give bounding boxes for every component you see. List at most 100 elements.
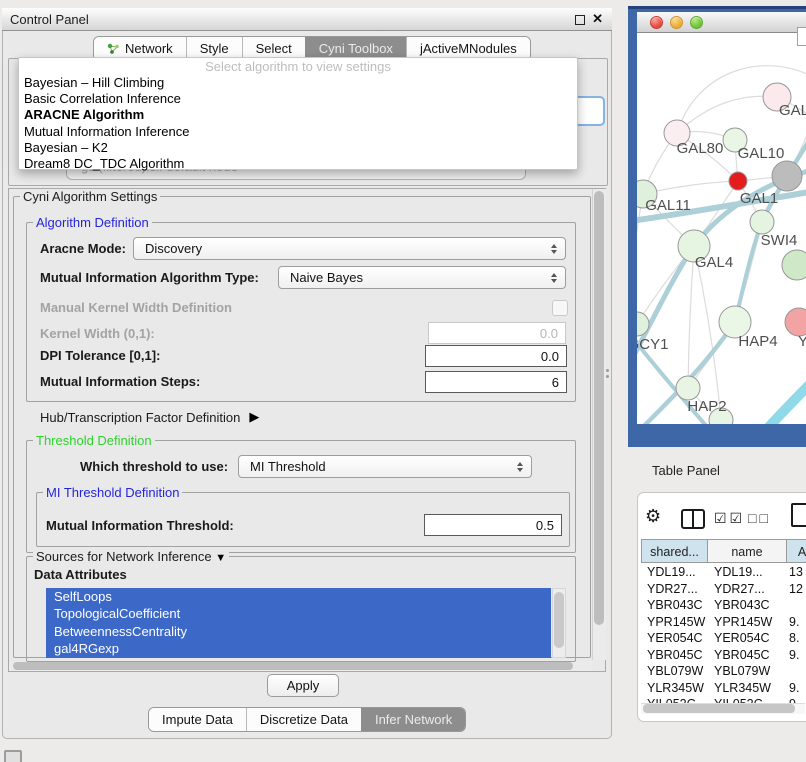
- deselect-all-checkboxes-icon[interactable]: □□: [748, 510, 771, 526]
- table-horizontal-scrollbar-thumb[interactable]: [643, 704, 795, 713]
- table-cell: 9.: [785, 614, 806, 631]
- float-window-icon[interactable]: [575, 15, 585, 25]
- table-cell: YBR043C: [707, 597, 785, 614]
- mi-threshold-field[interactable]: 0.5: [424, 514, 562, 536]
- algorithm-option[interactable]: ARACNE Algorithm: [19, 107, 577, 123]
- node-label: GCY1: [637, 336, 668, 353]
- attributes-scrollbar-thumb[interactable]: [554, 592, 564, 648]
- network-node[interactable]: [785, 308, 806, 336]
- table-cell: 9.: [785, 647, 806, 664]
- manual-kernel-checkbox[interactable]: [552, 300, 568, 316]
- network-node[interactable]: [676, 376, 700, 400]
- hub-definition-expander[interactable]: Hub/Transcription Factor Definition ▶: [40, 409, 259, 425]
- table-row[interactable]: YBR043CYBR043C: [641, 597, 806, 614]
- mi-steps-field[interactable]: 6: [425, 371, 567, 393]
- which-threshold-combo[interactable]: MI Threshold: [238, 455, 532, 478]
- table-cell: [785, 597, 806, 614]
- vertical-scrollbar-thumb[interactable]: [594, 191, 604, 625]
- node-label: HAP2: [687, 398, 726, 415]
- horizontal-scrollbar-thumb[interactable]: [13, 662, 573, 670]
- tab-infer-network[interactable]: Infer Network: [361, 708, 465, 731]
- mi-type-label: Mutual Information Algorithm Type:: [40, 270, 259, 285]
- tab-discretize-data[interactable]: Discretize Data: [246, 708, 361, 731]
- mi-type-value: Naive Bayes: [290, 270, 363, 285]
- algorithm-option[interactable]: Mutual Information Inference: [19, 124, 577, 140]
- attribute-item[interactable]: gal4RGexp: [46, 640, 551, 657]
- table-cell: YBR043C: [641, 597, 707, 614]
- algorithm-option[interactable]: Dream8 DC_TDC Algorithm: [19, 156, 577, 172]
- network-canvas[interactable]: GALGAL80GAL10GAL1GAL11SWI4GAL4GCY1HAP4YH…: [637, 33, 806, 424]
- algorithm-option[interactable]: Basic Correlation Inference: [19, 91, 577, 107]
- page-icon[interactable]: [791, 503, 806, 527]
- algorithm-definition-title: Algorithm Definition: [33, 215, 152, 230]
- which-threshold-value: MI Threshold: [250, 459, 326, 474]
- aracne-mode-value: Discovery: [145, 241, 202, 256]
- column-header[interactable]: A: [786, 539, 806, 563]
- table-cell: YIL052C: [707, 696, 785, 703]
- table-cell: YDL19...: [641, 564, 707, 581]
- column-header[interactable]: shared...: [641, 539, 708, 563]
- zoom-traffic-light-icon[interactable]: [690, 16, 703, 29]
- kernel-width-field[interactable]: 0.0: [428, 322, 566, 344]
- tab-label: jActiveMNodules: [420, 41, 517, 56]
- table-row[interactable]: YER054CYER054C8.: [641, 630, 806, 647]
- table-row[interactable]: YBL079WYBL079W: [641, 663, 806, 680]
- tab-label: Select: [256, 41, 292, 56]
- table-cell: YBL079W: [707, 663, 785, 680]
- mi-threshold-group-title: MI Threshold Definition: [43, 485, 182, 500]
- algorithm-option[interactable]: Bayesian – Hill Climbing: [19, 75, 577, 91]
- aracne-mode-combo[interactable]: Discovery: [133, 237, 566, 260]
- minimize-traffic-light-icon[interactable]: [670, 16, 683, 29]
- window-edge-fragment: [797, 27, 806, 46]
- tab-impute-data[interactable]: Impute Data: [149, 708, 246, 731]
- table-cell: YBR045C: [641, 647, 707, 664]
- hub-definition-label: Hub/Transcription Factor Definition: [40, 410, 240, 425]
- node-label: GAL80: [677, 140, 724, 157]
- table-cell: [785, 663, 806, 680]
- table-cell: YDR27...: [641, 581, 707, 598]
- table-row[interactable]: YDL19...YDL19...13: [641, 564, 806, 581]
- network-node[interactable]: [772, 161, 802, 191]
- screen: Control Panel ✕ NetworkStyleSelectCyni T…: [0, 0, 806, 762]
- network-node[interactable]: [729, 172, 747, 190]
- close-traffic-light-icon[interactable]: [650, 16, 663, 29]
- select-all-checkboxes-icon[interactable]: ☑☑: [714, 510, 745, 527]
- table-row[interactable]: YDR27...YDR27...12: [641, 581, 806, 598]
- attribute-item[interactable]: BetweennessCentrality: [46, 623, 551, 640]
- sources-group-title[interactable]: Sources for Network Inference ▼: [33, 549, 229, 566]
- algorithm-option[interactable]: Bayesian – K2: [19, 140, 577, 156]
- bottom-left-partial-icon[interactable]: [4, 750, 22, 762]
- gear-icon[interactable]: ⚙: [645, 506, 661, 526]
- column-header[interactable]: name: [707, 539, 787, 563]
- tab-label: Style: [200, 41, 229, 56]
- attribute-item[interactable]: SelfLoops: [46, 588, 551, 605]
- table-row[interactable]: YLR345WYLR345W9.: [641, 680, 806, 697]
- network-node[interactable]: [750, 210, 774, 234]
- network-node[interactable]: [782, 250, 806, 280]
- panel-splitter-handle[interactable]: [605, 368, 611, 380]
- attribute-item[interactable]: TopologicalCoefficient: [46, 605, 551, 622]
- stepper-arrows-icon: [517, 459, 523, 475]
- table-row[interactable]: YPR145WYPR145W9.: [641, 614, 806, 631]
- apply-button[interactable]: Apply: [267, 674, 339, 697]
- table-row[interactable]: YBR045CYBR045C9.: [641, 647, 806, 664]
- close-icon[interactable]: ✕: [592, 8, 603, 30]
- dropdown-prompt: Select algorithm to view settings: [19, 58, 577, 75]
- threshold-definition-title: Threshold Definition: [33, 433, 155, 448]
- split-panel-icon[interactable]: [681, 509, 705, 529]
- dpi-tolerance-field[interactable]: 0.0: [425, 345, 567, 367]
- collapse-arrow-icon: ▼: [215, 552, 226, 564]
- kernel-width-label: Kernel Width (0,1):: [40, 326, 155, 341]
- table-cell: YDL19...: [707, 564, 785, 581]
- table-row[interactable]: YIL052CYIL052C9: [641, 696, 806, 703]
- data-attributes-list[interactable]: SelfLoopsTopologicalCoefficientBetweenne…: [46, 588, 551, 658]
- sources-title-text: Sources for Network Inference: [36, 549, 212, 564]
- table-cell: YLR345W: [641, 680, 707, 697]
- expand-arrow-icon: ▶: [249, 409, 259, 425]
- table-header: shared...nameA: [641, 539, 806, 563]
- table-cell: YDR27...: [707, 581, 785, 598]
- table-cell: YPR145W: [707, 614, 785, 631]
- network-window-titlebar[interactable]: [637, 12, 806, 33]
- tab-label: Discretize Data: [260, 712, 348, 727]
- mi-type-combo[interactable]: Naive Bayes: [278, 266, 566, 289]
